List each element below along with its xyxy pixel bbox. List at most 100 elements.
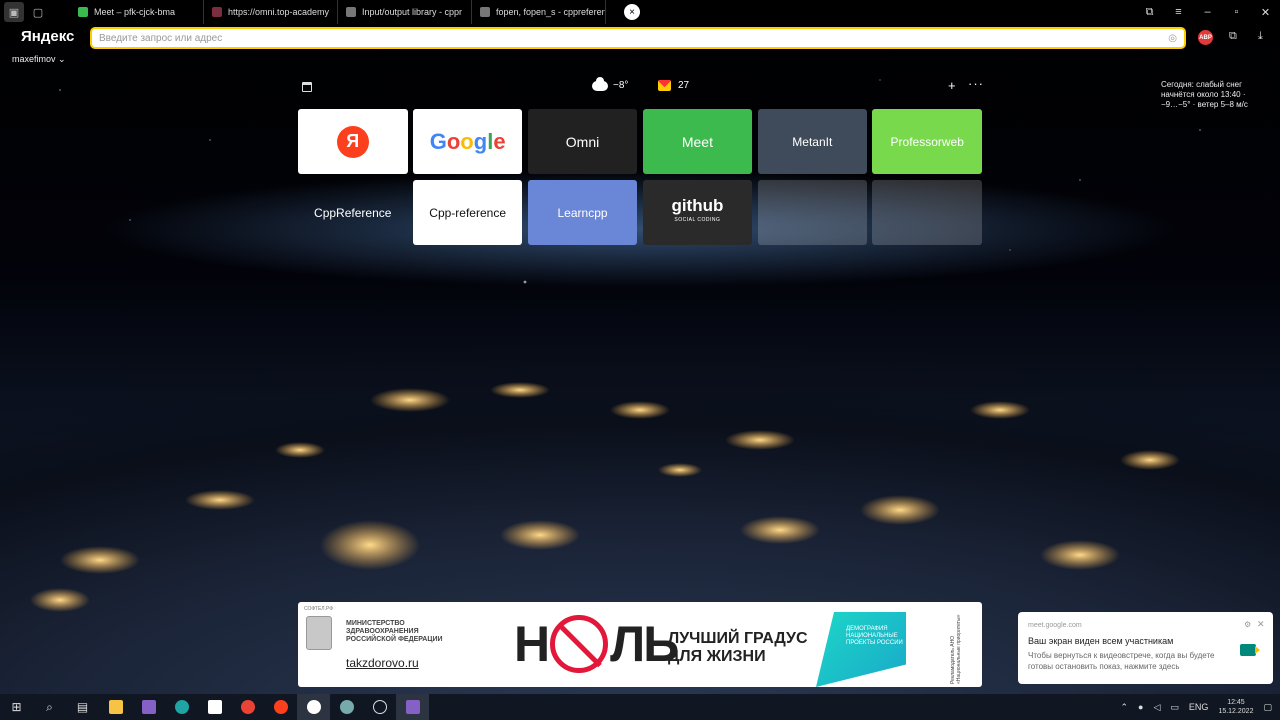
address-input[interactable]: [99, 32, 1169, 44]
yandex-app-icon[interactable]: [264, 694, 297, 720]
extensions-icon[interactable]: ⧉: [1229, 30, 1237, 43]
more-button[interactable]: ···: [968, 76, 984, 91]
network-icon[interactable]: ▭: [1170, 702, 1179, 713]
microphone-icon[interactable]: ●: [1138, 702, 1143, 712]
windows-taskbar: ⊞ ⌕ ▤ ⌃ ● ◁ ▭ ENG 12:45 15.12.2022 ▢: [0, 694, 1280, 720]
adblock-icon[interactable]: ABP: [1198, 30, 1213, 45]
yandex-icon: Я: [336, 125, 369, 158]
address-bar-row: Яндекс ◎ ABP ⧉ ⤓: [0, 26, 1280, 50]
bookmarks-icon[interactable]: ⧉: [1135, 6, 1164, 19]
coat-of-arms-icon: [306, 616, 332, 650]
add-tile-button[interactable]: +: [948, 78, 956, 93]
volume-icon[interactable]: ◁: [1153, 702, 1160, 713]
tab-meet[interactable]: Meet – pfk-cjck-bma: [70, 0, 204, 24]
yandex-logo[interactable]: Яндекс: [21, 28, 74, 45]
settings-icon[interactable]: ⚙: [1244, 620, 1251, 629]
tile-google[interactable]: Google: [412, 109, 523, 174]
tile-learncpp[interactable]: Learncpp: [527, 180, 638, 245]
downloads-icon[interactable]: ⤓: [1258, 30, 1263, 43]
chevron-up-icon[interactable]: ⌃: [1121, 702, 1129, 713]
language-indicator[interactable]: ENG: [1189, 702, 1209, 712]
tile-empty[interactable]: [872, 180, 982, 245]
notifications-icon[interactable]: ▢: [1263, 702, 1272, 713]
clock[interactable]: 12:45 15.12.2022: [1218, 698, 1253, 716]
weather-temp: −8°: [613, 80, 629, 91]
clock-time: 12:45: [1227, 699, 1245, 706]
minimize-icon[interactable]: –: [1193, 6, 1222, 19]
cloud-icon: [592, 76, 608, 91]
ministry-label: МИНИСТЕРСТВО ЗДРАВООХРАНЕНИЯ РОССИЙСКОЙ …: [346, 620, 443, 643]
camera-icon[interactable]: ◎: [1168, 33, 1177, 44]
visual-studio-icon[interactable]: [396, 694, 429, 720]
advertiser-label: Рекламодатель АНО «Национальные приорите…: [950, 614, 962, 684]
tab-omni[interactable]: https://omni.top-academy: [204, 0, 338, 24]
notification-text: Чтобы вернуться к видеовстрече, когда вы…: [1028, 651, 1215, 671]
national-projects-logo: ДЕМОГРАФИЯ НАЦИОНАЛЬНЫЕ ПРОЕКТЫ РОССИИ: [816, 612, 906, 687]
tile-empty[interactable]: [757, 180, 868, 245]
file-explorer-icon[interactable]: [99, 694, 132, 720]
city-lights: [30, 79, 1201, 612]
banner-link[interactable]: takzdorovo.ru: [346, 656, 419, 670]
close-tab-icon[interactable]: ×: [624, 4, 640, 20]
banner-tiny-label: СОФТЕЛ.РФ: [304, 606, 334, 612]
newtab-info-row: −8° 27 + ···: [298, 76, 983, 98]
menu-icon[interactable]: ≡: [1164, 6, 1193, 19]
omni-favicon: [212, 7, 222, 17]
tile-cppreference[interactable]: CppReference: [298, 180, 408, 245]
window-controls: ⧉ ≡ – ▫ ✕: [1135, 6, 1280, 19]
app-icon[interactable]: [330, 694, 363, 720]
tile-github[interactable]: github SOCIAL CODING: [642, 180, 753, 245]
no-alcohol-icon: [550, 615, 609, 673]
tile-meet[interactable]: Meet: [642, 109, 753, 174]
notification-source: meet.google.com: [1028, 622, 1082, 629]
slogan-line-2: ДЛЯ ЖИЗНИ: [668, 648, 766, 665]
unity-icon[interactable]: [363, 694, 396, 720]
calendar-icon[interactable]: [302, 82, 312, 92]
wallpaper-earth-night: [0, 0, 1280, 694]
clock-date: 15.12.2022: [1218, 708, 1254, 715]
ad-banner[interactable]: СОФТЕЛ.РФ МИНИСТЕРСТВО ЗДРАВООХРАНЕНИЯ Р…: [298, 602, 982, 687]
meet-favicon: [78, 7, 88, 17]
new-tab-icon[interactable]: ▢: [28, 2, 48, 22]
close-icon[interactable]: ✕: [1257, 619, 1265, 630]
tile-metanit[interactable]: MetanIt: [757, 109, 868, 174]
yandex-browser-icon[interactable]: [297, 694, 330, 720]
search-icon[interactable]: ⌕: [33, 694, 66, 720]
maximize-icon[interactable]: ▫: [1222, 6, 1251, 19]
tab-label: Input/output library - cppr: [362, 7, 463, 17]
weather-widget[interactable]: −8°: [592, 76, 629, 91]
visual-studio-icon[interactable]: [132, 694, 165, 720]
headline-left: Н: [514, 616, 550, 672]
task-view-icon[interactable]: ▤: [66, 694, 99, 720]
tab-strip: ▣ ▢ Meet – pfk-cjck-bma https://omni.top…: [0, 0, 1280, 24]
tab-groups-icon[interactable]: ▣: [4, 2, 24, 22]
google-meet-icon: [1240, 644, 1260, 656]
tile-cpp-reference[interactable]: Cpp-reference: [412, 180, 523, 245]
tab-label: https://omni.top-academy: [228, 7, 330, 17]
mail-count: 27: [678, 80, 690, 91]
tab-fopen[interactable]: fopen, fopen_s - cppreferen: [472, 0, 606, 24]
start-icon[interactable]: ⊞: [0, 694, 33, 720]
github-logo: github: [671, 195, 724, 215]
tab-label: Meet – pfk-cjck-bma: [94, 7, 176, 17]
cppreference-favicon: [346, 7, 356, 17]
screen-share-notification[interactable]: meet.google.com ⚙ ✕ Ваш экран виден всем…: [1018, 612, 1273, 684]
mail-widget[interactable]: 27: [658, 80, 689, 91]
speed-dial: Я Google Omni Meet MetanIt Professorweb …: [298, 109, 982, 245]
tab-io-library[interactable]: Input/output library - cppr: [338, 0, 472, 24]
tile-yandex[interactable]: Я: [298, 109, 408, 174]
cppreference-favicon: [480, 7, 490, 17]
slogan-line-1: ЛУЧШИЙ ГРАДУС: [668, 630, 808, 647]
store-icon[interactable]: [198, 694, 231, 720]
banner-slogan: ЛУЧШИЙ ГРАДУС ДЛЯ ЖИЗНИ: [668, 630, 808, 666]
edge-icon[interactable]: [165, 694, 198, 720]
tile-professorweb[interactable]: Professorweb: [872, 109, 982, 174]
tile-omni[interactable]: Omni: [527, 109, 638, 174]
chrome-icon[interactable]: [231, 694, 264, 720]
profile-menu[interactable]: maxefimov ⌄: [12, 54, 66, 65]
system-tray: ⌃ ● ◁ ▭ ENG 12:45 15.12.2022 ▢: [1121, 698, 1280, 716]
address-bar[interactable]: ◎: [90, 27, 1186, 49]
github-tagline: SOCIAL CODING: [674, 216, 721, 223]
notification-title: Ваш экран виден всем участникам: [1028, 636, 1174, 646]
close-window-icon[interactable]: ✕: [1251, 6, 1280, 19]
